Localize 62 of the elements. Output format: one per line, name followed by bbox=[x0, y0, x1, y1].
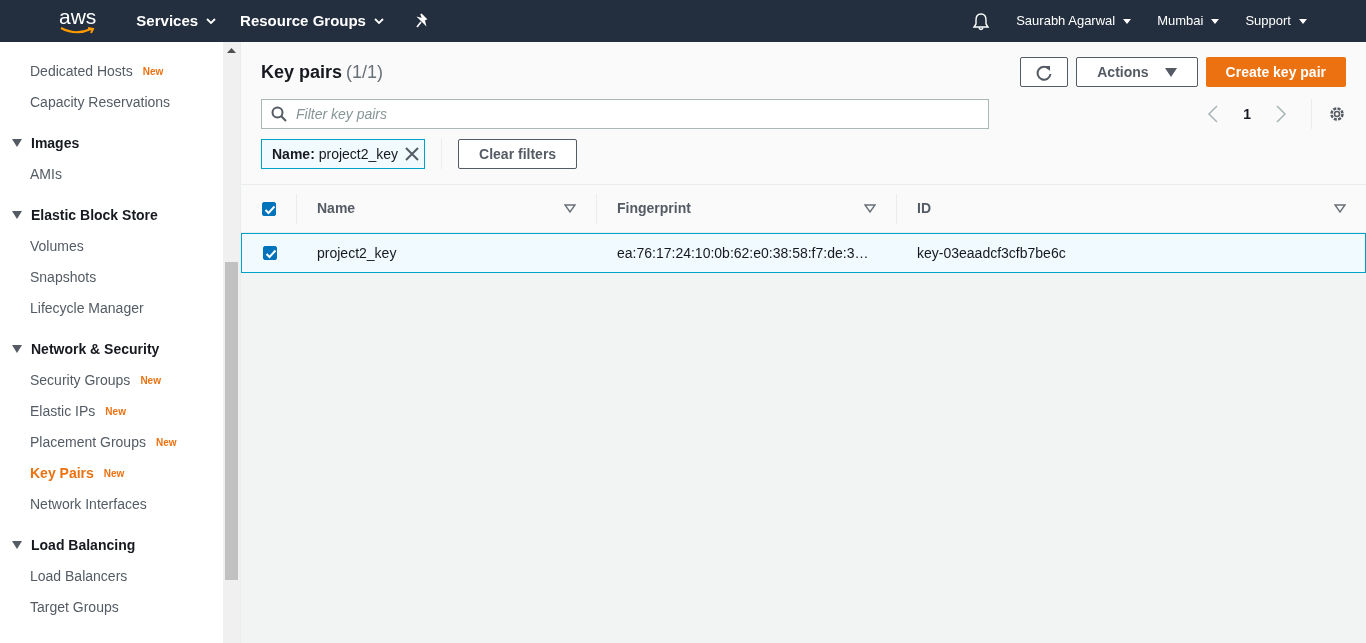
sidebar-link[interactable]: Placement Groups bbox=[30, 432, 146, 453]
caret-icon bbox=[206, 18, 217, 24]
table-row[interactable]: project2_key ea:76:17:24:10:0b:62:e0:38:58:f7:de:3… key-03eaadcf3cfb7be6c bbox=[241, 233, 1366, 273]
nav-menu[interactable]: Services bbox=[136, 9, 217, 33]
scroll-thumb[interactable] bbox=[225, 262, 238, 580]
refresh-icon bbox=[1035, 63, 1054, 82]
sidebar-link[interactable]: Lifecycle Manager bbox=[30, 298, 144, 319]
new-label: New bbox=[105, 405, 126, 419]
settings-icon[interactable] bbox=[1328, 105, 1346, 123]
notification-bell-icon[interactable] bbox=[972, 11, 991, 31]
page-number[interactable]: 1 bbox=[1243, 103, 1251, 125]
count-label: (1/1) bbox=[346, 60, 384, 84]
sidebar-link[interactable]: Snapshots bbox=[30, 267, 97, 288]
table-cell-text: ea:76:17:24:10:0b:62:e0:38:58:f7:de:3… bbox=[617, 243, 869, 263]
checkbox[interactable] bbox=[262, 246, 277, 260]
smile-arrow-icon bbox=[59, 27, 96, 35]
sidebar-section-header[interactable]: Network & Security bbox=[0, 334, 223, 365]
column-header[interactable]: ID bbox=[917, 198, 931, 219]
sidebar-link[interactable]: Load Balancers bbox=[30, 566, 128, 587]
filter-token-label: Name: project2_key bbox=[272, 144, 399, 164]
sidebar-link[interactable]: Target Groups bbox=[30, 597, 119, 618]
sidebar-link[interactable]: Capacity Reservations bbox=[30, 92, 171, 113]
checkbox[interactable] bbox=[261, 201, 276, 216]
column-header[interactable]: Name bbox=[317, 198, 356, 219]
page-title: Key pairs bbox=[261, 60, 343, 84]
new-label: New bbox=[155, 436, 177, 450]
sidebar-link[interactable]: Volumes bbox=[30, 236, 84, 257]
new-label: New bbox=[142, 65, 164, 79]
sidebar-section-header[interactable]: Elastic Block Store bbox=[0, 200, 223, 231]
nav-menu[interactable]: Resource Groups bbox=[240, 9, 384, 33]
sidebar-section-header[interactable]: Images bbox=[0, 128, 223, 159]
refresh-button[interactable] bbox=[1020, 57, 1069, 87]
sidebar-link[interactable]: Security Groups bbox=[30, 370, 131, 391]
caret-icon bbox=[1211, 18, 1220, 24]
sidebar-link[interactable]: AMIs bbox=[30, 164, 62, 185]
caret-icon bbox=[1164, 67, 1177, 77]
filter-token[interactable]: Name: project2_key bbox=[261, 139, 426, 169]
sidebar-section-header[interactable]: Load Balancing bbox=[0, 530, 223, 561]
search-field[interactable]: Filter key pairs bbox=[261, 99, 989, 129]
table-cell-text: project2_key bbox=[317, 243, 397, 263]
sidebar-link[interactable]: Dedicated Hosts bbox=[30, 61, 133, 82]
column-header[interactable]: Fingerprint bbox=[617, 198, 691, 219]
table-cell-text: key-03eaadcf3cfb7be6c bbox=[917, 243, 1066, 263]
actions-button[interactable]: Actions bbox=[1076, 57, 1198, 87]
clear-filters-button[interactable]: Clear filters bbox=[458, 139, 578, 169]
new-label: New bbox=[103, 467, 125, 481]
new-label: New bbox=[140, 374, 161, 388]
region-menu[interactable]: Mumbai bbox=[1157, 11, 1220, 31]
logo-text[interactable]: aws bbox=[59, 7, 97, 27]
close-icon[interactable] bbox=[404, 146, 421, 162]
sidebar-link[interactable]: Network Interfaces bbox=[30, 494, 147, 515]
caret-icon bbox=[1299, 18, 1307, 24]
account-menu[interactable]: Saurabh Agarwal bbox=[1016, 11, 1132, 31]
support-menu[interactable]: Support bbox=[1245, 11, 1307, 31]
sort-icon[interactable] bbox=[864, 204, 876, 213]
caret-icon bbox=[1123, 18, 1132, 24]
sidebar-link[interactable]: Elastic IPs bbox=[30, 401, 96, 422]
sort-icon[interactable] bbox=[564, 204, 576, 213]
pin-icon[interactable] bbox=[415, 13, 430, 29]
scrollbar[interactable] bbox=[223, 42, 240, 643]
sort-icon[interactable] bbox=[1334, 204, 1346, 213]
caret-icon bbox=[373, 18, 384, 24]
